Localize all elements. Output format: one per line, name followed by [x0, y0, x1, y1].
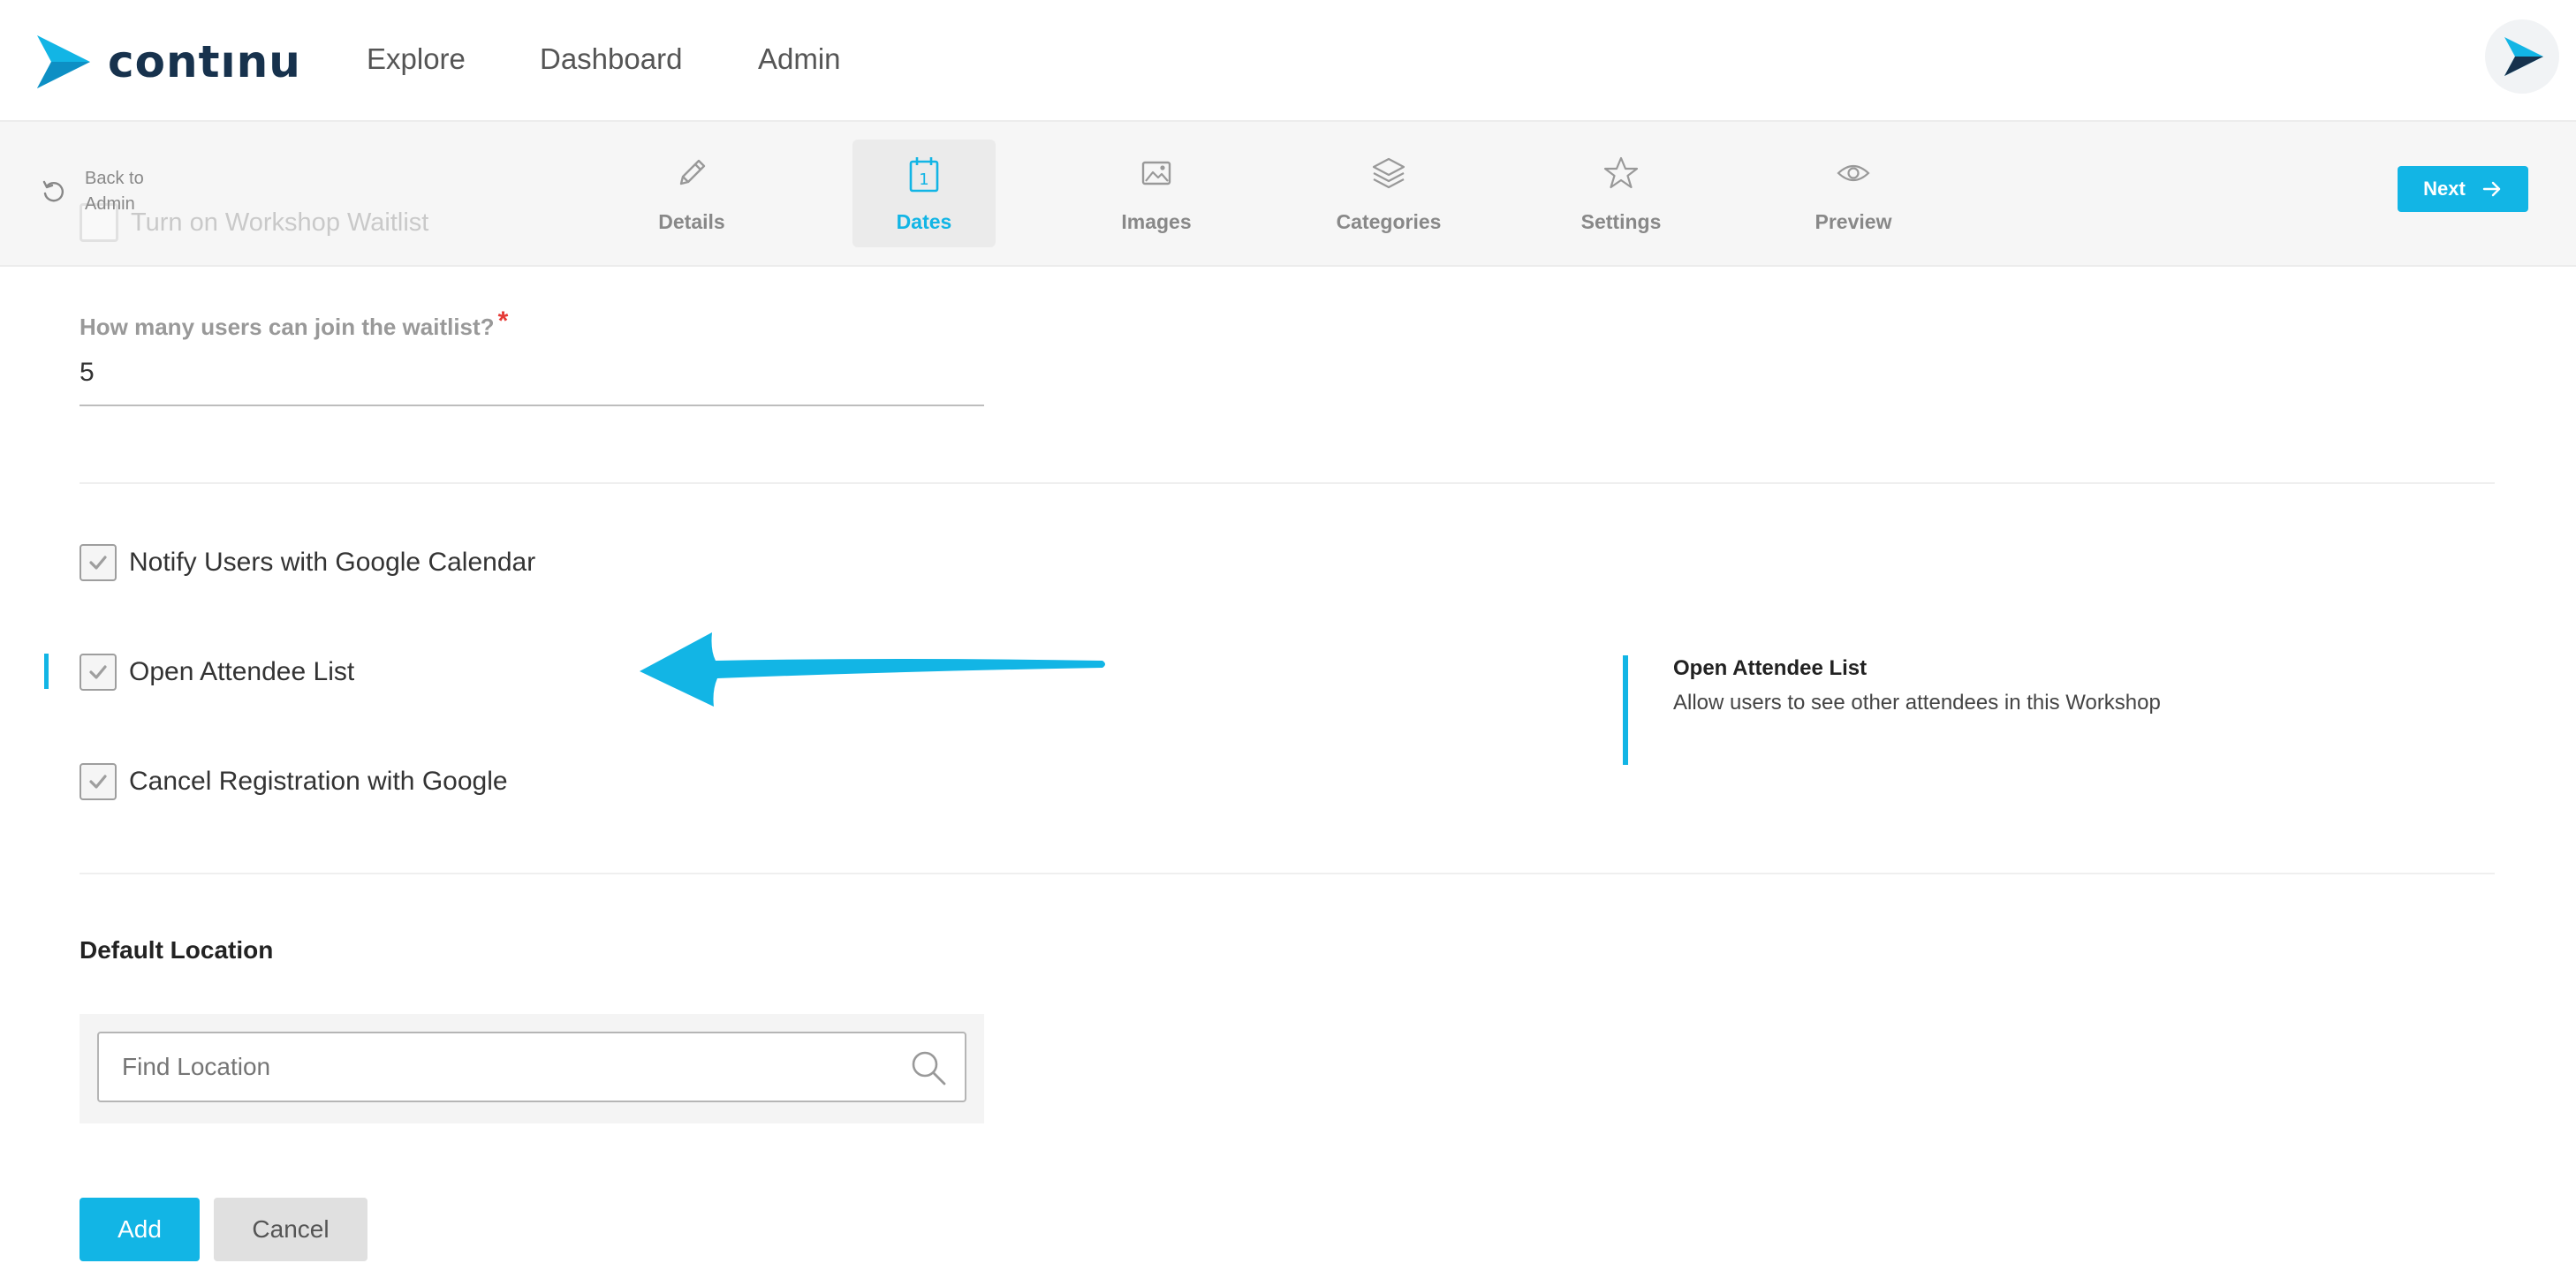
- required-marker: *: [497, 306, 509, 336]
- calendar-icon: 1: [909, 157, 939, 193]
- logo-text: contınu: [108, 36, 301, 87]
- arrow-right-icon: [2482, 181, 2501, 197]
- step-preview-label: Preview: [1815, 210, 1892, 233]
- open-attendee-list-label: Open Attendee List: [129, 657, 355, 686]
- notify-google-calendar-label: Notify Users with Google Calendar: [129, 548, 536, 577]
- checkmark-icon: [89, 665, 107, 679]
- step-dates-label: Dates: [896, 210, 952, 233]
- nav-admin[interactable]: Admin: [758, 37, 841, 81]
- annotation-arrow-icon: [640, 632, 1105, 707]
- step-images-label: Images: [1121, 210, 1192, 233]
- continu-logo[interactable]: contınu: [35, 34, 300, 90]
- focus-indicator: [44, 654, 49, 689]
- step-categories[interactable]: Categories: [1317, 140, 1460, 247]
- nav-dashboard[interactable]: Dashboard: [540, 37, 682, 81]
- avatar[interactable]: [2485, 19, 2559, 94]
- step-dates[interactable]: 1 Dates: [852, 140, 996, 247]
- cancel-registration-google-label: Cancel Registration with Google: [129, 767, 508, 796]
- step-details-label: Details: [658, 210, 725, 233]
- back-to-admin-label: Back to Admin: [85, 169, 144, 214]
- help-panel-description: Allow users to see other attendees in th…: [1673, 691, 2161, 715]
- cancel-button[interactable]: Cancel: [214, 1198, 367, 1261]
- notify-google-calendar-checkbox[interactable]: [80, 544, 117, 581]
- help-panel-title: Open Attendee List: [1673, 656, 1868, 680]
- svg-text:1: 1: [919, 170, 928, 189]
- pencil-icon: [679, 159, 706, 185]
- find-location-input[interactable]: [97, 1032, 966, 1102]
- add-button[interactable]: Add: [80, 1198, 200, 1261]
- layers-icon: [1372, 157, 1405, 189]
- nav-explore[interactable]: Explore: [367, 37, 466, 81]
- section-divider: [80, 873, 2495, 874]
- next-button-label: Next: [2423, 178, 2466, 200]
- next-button[interactable]: Next: [2398, 166, 2528, 212]
- star-icon: [1603, 156, 1639, 189]
- avatar-logo-icon: [2504, 37, 2543, 76]
- location-search-container: [80, 1014, 984, 1123]
- open-attendee-list-checkbox[interactable]: [80, 654, 117, 691]
- default-location-heading: Default Location: [80, 936, 274, 964]
- notify-google-calendar-option[interactable]: Notify Users with Google Calendar: [80, 544, 535, 581]
- section-divider: [80, 482, 2495, 484]
- waitlist-count-question: How many users can join the waitlist?: [80, 314, 495, 340]
- step-settings-label: Settings: [1580, 210, 1662, 233]
- checkmark-icon: [89, 556, 107, 570]
- eye-icon: [1837, 164, 1870, 182]
- open-attendee-list-option[interactable]: Open Attendee List: [80, 654, 354, 691]
- waitlist-count-label: How many users can join the waitlist? *: [80, 306, 508, 342]
- step-categories-label: Categories: [1336, 210, 1442, 233]
- step-images[interactable]: Images: [1085, 140, 1228, 247]
- cancel-registration-google-option[interactable]: Cancel Registration with Google: [80, 763, 508, 800]
- step-settings[interactable]: Settings: [1549, 140, 1693, 247]
- checkmark-icon: [89, 775, 107, 789]
- step-details[interactable]: Details: [620, 140, 763, 247]
- waitlist-toggle-label: Turn on Workshop Waitlist: [131, 208, 429, 237]
- undo-icon: [42, 180, 64, 202]
- wizard-step-bar: Turn on Workshop Waitlist Back to Admin …: [0, 122, 2576, 267]
- image-icon: [1141, 161, 1171, 185]
- cancel-registration-google-checkbox[interactable]: [80, 763, 117, 800]
- search-icon[interactable]: [910, 1049, 947, 1086]
- back-to-admin-button[interactable]: Back to Admin: [41, 166, 164, 217]
- help-panel-accent-bar: [1623, 655, 1628, 765]
- continu-logo-icon: [37, 35, 90, 88]
- step-preview[interactable]: Preview: [1782, 140, 1925, 247]
- waitlist-count-input[interactable]: 5: [80, 358, 95, 388]
- top-navigation: contınu Explore Dashboard Admin: [0, 0, 2576, 122]
- waitlist-input-underline: [80, 405, 984, 406]
